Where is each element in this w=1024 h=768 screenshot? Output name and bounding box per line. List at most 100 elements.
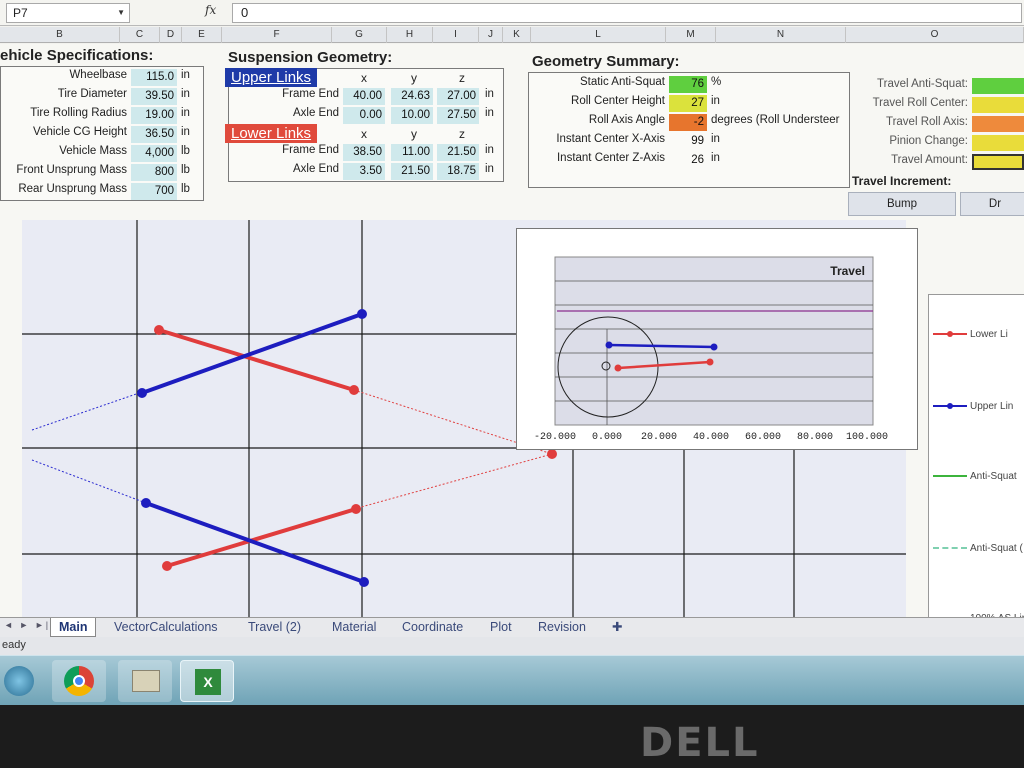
bump-button[interactable]: Bump — [848, 192, 956, 216]
column-header[interactable]: L — [531, 27, 666, 43]
upper-links-header: Upper Links — [225, 68, 318, 87]
legend-item: Anti-Squat — [933, 471, 1017, 482]
excel-window: P7 ▼ fx 0 BCDEFGHIJKLMNO ehicle Specific… — [0, 0, 1024, 705]
legend-marker — [947, 403, 953, 410]
travel-x-tick-label: -20.000 — [534, 432, 576, 443]
lower-link-x-cell[interactable]: 3.50 — [343, 163, 385, 180]
legend-label: Upper Lin — [970, 401, 1014, 412]
lower-link-z-cell[interactable]: 21.50 — [437, 144, 479, 161]
lower-link-point — [351, 504, 361, 514]
upper-link-y-cell[interactable]: 24.63 — [391, 88, 433, 105]
summary-value-cell[interactable]: -2 — [669, 114, 707, 131]
column-header[interactable]: H — [387, 27, 433, 43]
upper-link-y-cell[interactable]: 10.00 — [391, 107, 433, 124]
summary-value-cell[interactable]: 76 — [669, 76, 707, 93]
upper-link-z-cell[interactable]: 27.00 — [437, 88, 479, 105]
spec-value-cell[interactable]: 4,000 — [131, 145, 177, 162]
sheet-tab[interactable]: Revision — [530, 618, 594, 637]
formula-input[interactable]: 0 — [232, 3, 1022, 23]
travel-x-tick-label: 80.000 — [797, 432, 833, 443]
droop-button[interactable]: Dr — [960, 192, 1024, 216]
sheet-tab[interactable]: VectorCalculations — [106, 618, 226, 637]
monitor-logo: DELL — [640, 720, 760, 766]
travel-x-tick-label: 60.000 — [745, 432, 781, 443]
column-header[interactable]: E — [182, 27, 222, 43]
chrome-taskbar-button[interactable] — [52, 660, 106, 702]
travel-value-cell[interactable] — [972, 78, 1024, 94]
lower-link-point — [162, 561, 172, 571]
spec-label: Front Unsprung Mass — [16, 164, 127, 176]
summary-unit: in — [711, 152, 720, 164]
legend-swatch — [933, 547, 967, 550]
summary-unit: in — [711, 95, 720, 107]
column-header[interactable]: J — [479, 27, 503, 43]
upper-link-z-cell[interactable]: 27.50 — [437, 107, 479, 124]
column-headers: BCDEFGHIJKLMNO — [0, 27, 1024, 43]
spec-value-cell[interactable]: 115.0 — [131, 69, 177, 86]
geometry-summary-panel: Static Anti-Squat 76% Roll Center Height 27… — [528, 72, 850, 188]
travel-value-cell[interactable] — [972, 116, 1024, 132]
upper-link-x-cell[interactable]: 40.00 — [343, 88, 385, 105]
column-header[interactable]: B — [0, 27, 120, 43]
worksheet-grid[interactable]: ehicle Specifications: Wheelbase 115.0 in T… — [0, 44, 1024, 639]
start-button[interactable] — [0, 660, 40, 702]
spec-value-cell[interactable]: 800 — [131, 164, 177, 181]
column-header[interactable]: M — [666, 27, 716, 43]
lower-link-y-cell[interactable]: 11.00 — [391, 144, 433, 161]
travel-x-tick-label: 100.000 — [846, 432, 888, 443]
column-header[interactable]: K — [503, 27, 531, 43]
travel-increment-label: Travel Increment: — [852, 174, 952, 188]
lower-links-header: Lower Links — [225, 124, 318, 143]
tab-scroll-arrows-icon[interactable]: ◄ ► ►| — [4, 620, 50, 630]
sheet-tab-bar: ◄ ► ►| Main VectorCalculations Travel (2) M… — [0, 617, 1024, 637]
excel-taskbar-button[interactable]: X — [180, 660, 234, 702]
travel-chart[interactable]: Travel -20.000 0.000 20.000 40.000 60.000 80.… — [516, 228, 918, 450]
insert-sheet-icon[interactable]: ✚ — [604, 618, 630, 637]
axis-label: y — [411, 71, 417, 85]
status-text: eady — [2, 639, 26, 651]
sheet-tab[interactable]: Main — [50, 618, 97, 637]
travel-label: Travel Roll Axis: — [885, 116, 968, 128]
column-header[interactable]: N — [716, 27, 846, 43]
column-header[interactable]: D — [160, 27, 182, 43]
spec-value-cell[interactable]: 19.00 — [131, 107, 177, 124]
lower-link-row-label: Frame End — [282, 144, 339, 156]
spec-unit: in — [181, 88, 190, 100]
column-header[interactable]: C — [120, 27, 160, 43]
status-bar: eady — [0, 637, 1024, 655]
summary-value-cell[interactable]: 26 — [669, 152, 707, 169]
travel-value-cell[interactable] — [972, 135, 1024, 151]
sheet-tab[interactable]: Plot — [482, 618, 520, 637]
summary-unit: in — [711, 133, 720, 145]
travel-upper-point — [710, 343, 718, 351]
file-explorer-taskbar-button[interactable] — [118, 660, 172, 702]
column-header[interactable]: G — [332, 27, 387, 43]
spec-value-cell[interactable]: 39.50 — [131, 88, 177, 105]
travel-label: Travel Amount: — [891, 154, 968, 166]
upper-link-x-cell[interactable]: 0.00 — [343, 107, 385, 124]
lower-link-z-cell[interactable]: 18.75 — [437, 163, 479, 180]
formula-bar: P7 ▼ fx 0 — [0, 0, 1024, 26]
name-box[interactable]: P7 ▼ — [6, 3, 130, 23]
spec-label: Vehicle CG Height — [33, 126, 127, 138]
travel-value-cell[interactable] — [972, 154, 1024, 170]
sheet-tab[interactable]: Material — [324, 618, 384, 637]
column-header[interactable]: O — [846, 27, 1024, 43]
axis-label: z — [459, 127, 465, 141]
folder-icon — [132, 670, 160, 692]
lower-link-y-cell[interactable]: 21.50 — [391, 163, 433, 180]
column-header[interactable]: F — [222, 27, 332, 43]
insert-function-button[interactable]: fx — [205, 3, 216, 17]
spec-value-cell[interactable]: 700 — [131, 183, 177, 200]
travel-value-cell[interactable] — [972, 97, 1024, 113]
chevron-down-icon[interactable]: ▼ — [117, 8, 125, 17]
summary-value-cell[interactable]: 99 — [669, 133, 707, 150]
summary-value-cell[interactable]: 27 — [669, 95, 707, 112]
spec-value-cell[interactable]: 36.50 — [131, 126, 177, 143]
lower-link-x-cell[interactable]: 38.50 — [343, 144, 385, 161]
travel-upper-point — [605, 341, 613, 349]
sheet-tab[interactable]: Travel (2) — [240, 618, 309, 637]
sheet-tab[interactable]: Coordinate — [394, 618, 471, 637]
column-header[interactable]: I — [433, 27, 479, 43]
axis-label: x — [361, 71, 367, 85]
